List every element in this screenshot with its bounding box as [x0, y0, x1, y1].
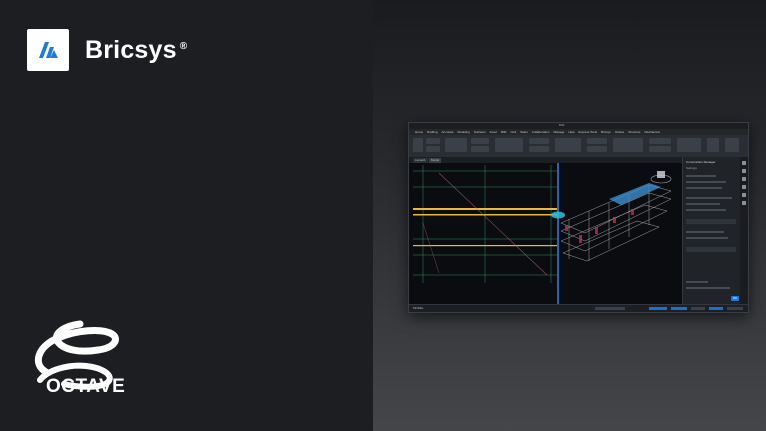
- ribbon-tool-icon[interactable]: [649, 146, 671, 152]
- status-toggle[interactable]: [727, 307, 743, 310]
- ribbon-tool-icon[interactable]: [649, 138, 671, 144]
- panel-row[interactable]: [686, 281, 708, 283]
- bricscad-screenshot: BIM Home Drafting Annotate Modeling Surf…: [408, 122, 749, 313]
- panel-row[interactable]: [686, 209, 726, 211]
- registered-mark: ®: [179, 40, 188, 52]
- ribbon-tool-icon[interactable]: [613, 138, 643, 152]
- ribbon-tool-icon[interactable]: [495, 138, 523, 152]
- octave-wordmark: OCTAVE: [46, 376, 126, 397]
- ribbon-tool-icon[interactable]: [677, 138, 701, 152]
- panel-row[interactable]: [686, 219, 736, 224]
- panel-title: Construction Manager: [686, 160, 716, 164]
- window-title: BIM: [559, 123, 565, 127]
- ribbon-tool-icon[interactable]: [587, 138, 607, 144]
- bricsys-logo-icon: [27, 29, 69, 71]
- panel-row[interactable]: [686, 187, 722, 189]
- panel-row[interactable]: [686, 203, 720, 205]
- model-label[interactable]: MODEL: [413, 306, 424, 311]
- ribbon-tool-icon[interactable]: [426, 146, 440, 152]
- ribbon-tool-icon[interactable]: [426, 138, 440, 144]
- ribbon-tool-icon[interactable]: [707, 138, 719, 152]
- panel-row[interactable]: [686, 247, 736, 252]
- status-toggle-active[interactable]: [709, 307, 723, 310]
- ribbon-tool-icon[interactable]: [725, 138, 739, 152]
- status-toggle[interactable]: [595, 307, 625, 310]
- panel-subtitle: Settings: [686, 166, 697, 170]
- panel-row[interactable]: [686, 197, 732, 199]
- ribbon-tool-icon[interactable]: [555, 138, 581, 152]
- ok-button[interactable]: OK: [731, 296, 739, 301]
- panel-row[interactable]: [686, 237, 728, 239]
- ribbon-tool-icon[interactable]: [529, 138, 549, 144]
- status-toggle-active[interactable]: [649, 307, 667, 310]
- bricsys-brand: Bricsys ®: [27, 29, 187, 71]
- panel-row[interactable]: [686, 175, 716, 177]
- ribbon-tool-icon[interactable]: [471, 138, 489, 144]
- brand-name: Bricsys: [85, 35, 177, 64]
- ribbon-tool-icon[interactable]: [445, 138, 467, 152]
- side-icon-strip: [740, 157, 748, 304]
- ribbon-tool-icon[interactable]: [587, 146, 607, 152]
- status-bar: MODEL: [409, 304, 748, 312]
- model-viewport[interactable]: [409, 163, 682, 304]
- status-toggle[interactable]: [691, 307, 705, 310]
- structural-model-drawing: [413, 163, 672, 304]
- construction-manager-panel: Construction Manager Settings OK: [682, 157, 741, 304]
- ribbon-toolbar: [409, 135, 748, 158]
- panel-row[interactable]: [686, 287, 730, 289]
- ribbon-tool-icon[interactable]: [413, 138, 423, 152]
- left-panel: Bricsys ® OCTAVE: [0, 0, 373, 431]
- ribbon-tool-icon[interactable]: [529, 146, 549, 152]
- panel-row[interactable]: [686, 231, 724, 233]
- status-toggle-active[interactable]: [671, 307, 687, 310]
- panel-icons[interactable]: [740, 157, 748, 217]
- ribbon-tool-icon[interactable]: [471, 146, 489, 152]
- panel-row[interactable]: [686, 181, 726, 183]
